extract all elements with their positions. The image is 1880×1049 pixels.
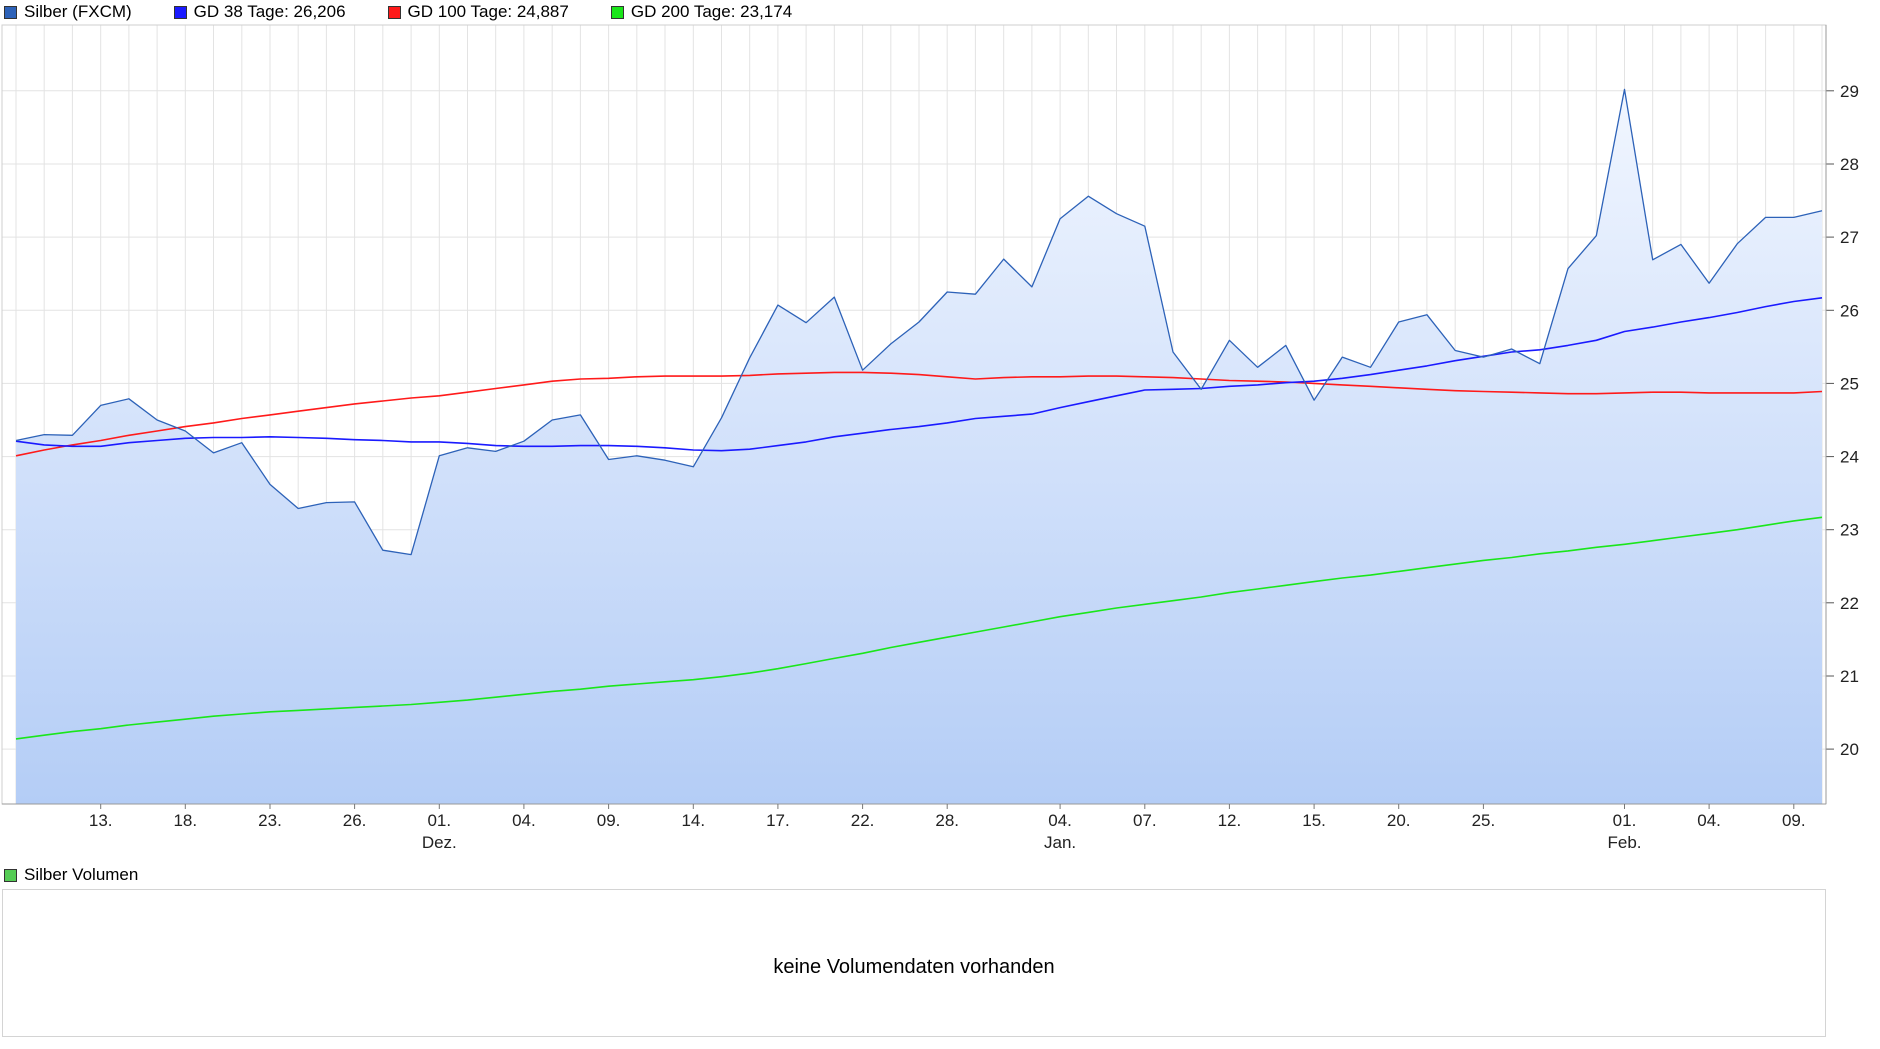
volume-legend: Silber Volumen — [4, 865, 180, 885]
x-tick-label: 14. — [681, 811, 705, 830]
legend-item-gd100: GD 100 Tage: 24,887 — [387, 2, 569, 22]
y-tick-label: 29 — [1840, 82, 1859, 101]
legend-swatch — [610, 5, 624, 19]
x-tick-month-label: Dez. — [422, 833, 457, 852]
legend-label: Silber (FXCM) — [24, 2, 132, 21]
volume-panel: keine Volumendaten vorhanden — [2, 889, 1826, 1037]
x-tick-label: 15. — [1302, 811, 1326, 830]
x-tick-label: 13. — [89, 811, 113, 830]
x-tick-label: 09. — [1782, 811, 1806, 830]
y-tick-label: 22 — [1840, 594, 1859, 613]
legend-item-gd38: GD 38 Tage: 26,206 — [173, 2, 346, 22]
y-axis: 20 21 22 23 24 25 26 27 28 29 — [1825, 25, 1859, 804]
x-tick-label: 17. — [766, 811, 790, 830]
legend-swatch — [4, 5, 17, 19]
price-chart: 20 21 22 23 24 25 26 27 28 29 13. 18. 23. 26. 01. Dez.… — [1, 24, 1859, 852]
x-tick-label: 28. — [935, 811, 959, 830]
x-tick-label: 04. — [1048, 811, 1072, 830]
x-tick-label: 20. — [1387, 811, 1411, 830]
y-tick-label: 21 — [1840, 667, 1859, 686]
legend-label: GD 100 Tage: 24,887 — [407, 2, 569, 21]
x-tick-label: 04. — [512, 811, 536, 830]
x-tick-label: 07. — [1133, 811, 1157, 830]
y-tick-label: 25 — [1840, 374, 1859, 393]
x-tick-label: 09. — [597, 811, 621, 830]
x-tick-label: 12. — [1218, 811, 1242, 830]
legend-swatch — [173, 5, 187, 19]
legend-swatch — [387, 5, 401, 19]
x-tick-label: 25. — [1472, 811, 1496, 830]
x-tick-label: 01. — [427, 811, 451, 830]
legend-label: GD 200 Tage: 23,174 — [630, 2, 793, 21]
legend-label: Silber Volumen — [24, 865, 139, 884]
y-tick-label: 20 — [1840, 740, 1859, 759]
x-tick-label: 23. — [258, 811, 282, 830]
x-axis: 13. 18. 23. 26. 01. Dez. 04. 09. 14. 17. 22. 28. 04.… — [2, 803, 1826, 852]
x-tick-label: 22. — [851, 811, 875, 830]
legend-item-silver: Silber (FXCM) — [4, 2, 132, 22]
x-tick-label: 26. — [343, 811, 367, 830]
no-volume-message: keine Volumendaten vorhanden — [773, 956, 1055, 978]
main-legend: Silber (FXCM) GD 38 Tage: 26,206 GD 100 … — [4, 2, 834, 22]
x-tick-label: 04. — [1697, 811, 1721, 830]
x-tick-month-label: Jan. — [1044, 833, 1076, 852]
x-tick-label: 18. — [173, 811, 197, 830]
legend-item-volume: Silber Volumen — [4, 865, 138, 885]
legend-item-gd200: GD 200 Tage: 23,174 — [610, 2, 793, 22]
y-tick-label: 28 — [1840, 155, 1859, 174]
y-tick-label: 26 — [1840, 301, 1859, 320]
y-tick-label: 27 — [1840, 228, 1859, 247]
legend-swatch — [4, 868, 17, 882]
y-tick-label: 24 — [1840, 448, 1859, 467]
legend-label: GD 38 Tage: 26,206 — [193, 2, 346, 21]
x-tick-label: 01. — [1613, 811, 1637, 830]
y-tick-label: 23 — [1840, 521, 1859, 540]
x-tick-month-label: Feb. — [1607, 833, 1641, 852]
